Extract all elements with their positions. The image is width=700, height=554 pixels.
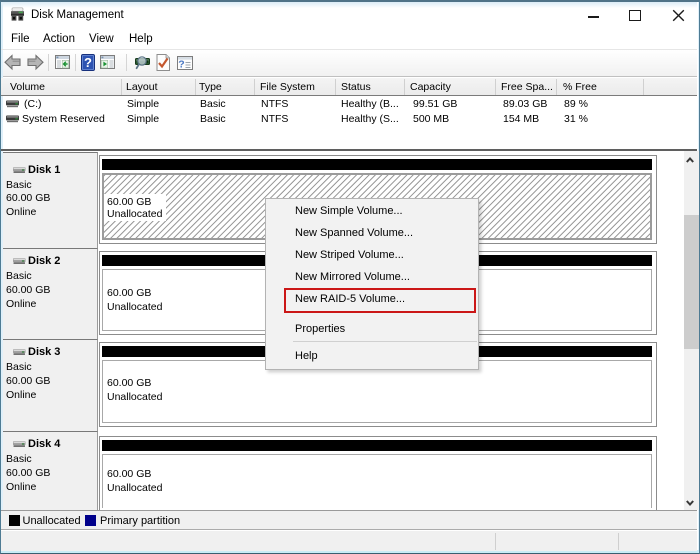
svg-text:?: ?: [178, 59, 184, 71]
svg-text:?: ?: [84, 55, 92, 70]
